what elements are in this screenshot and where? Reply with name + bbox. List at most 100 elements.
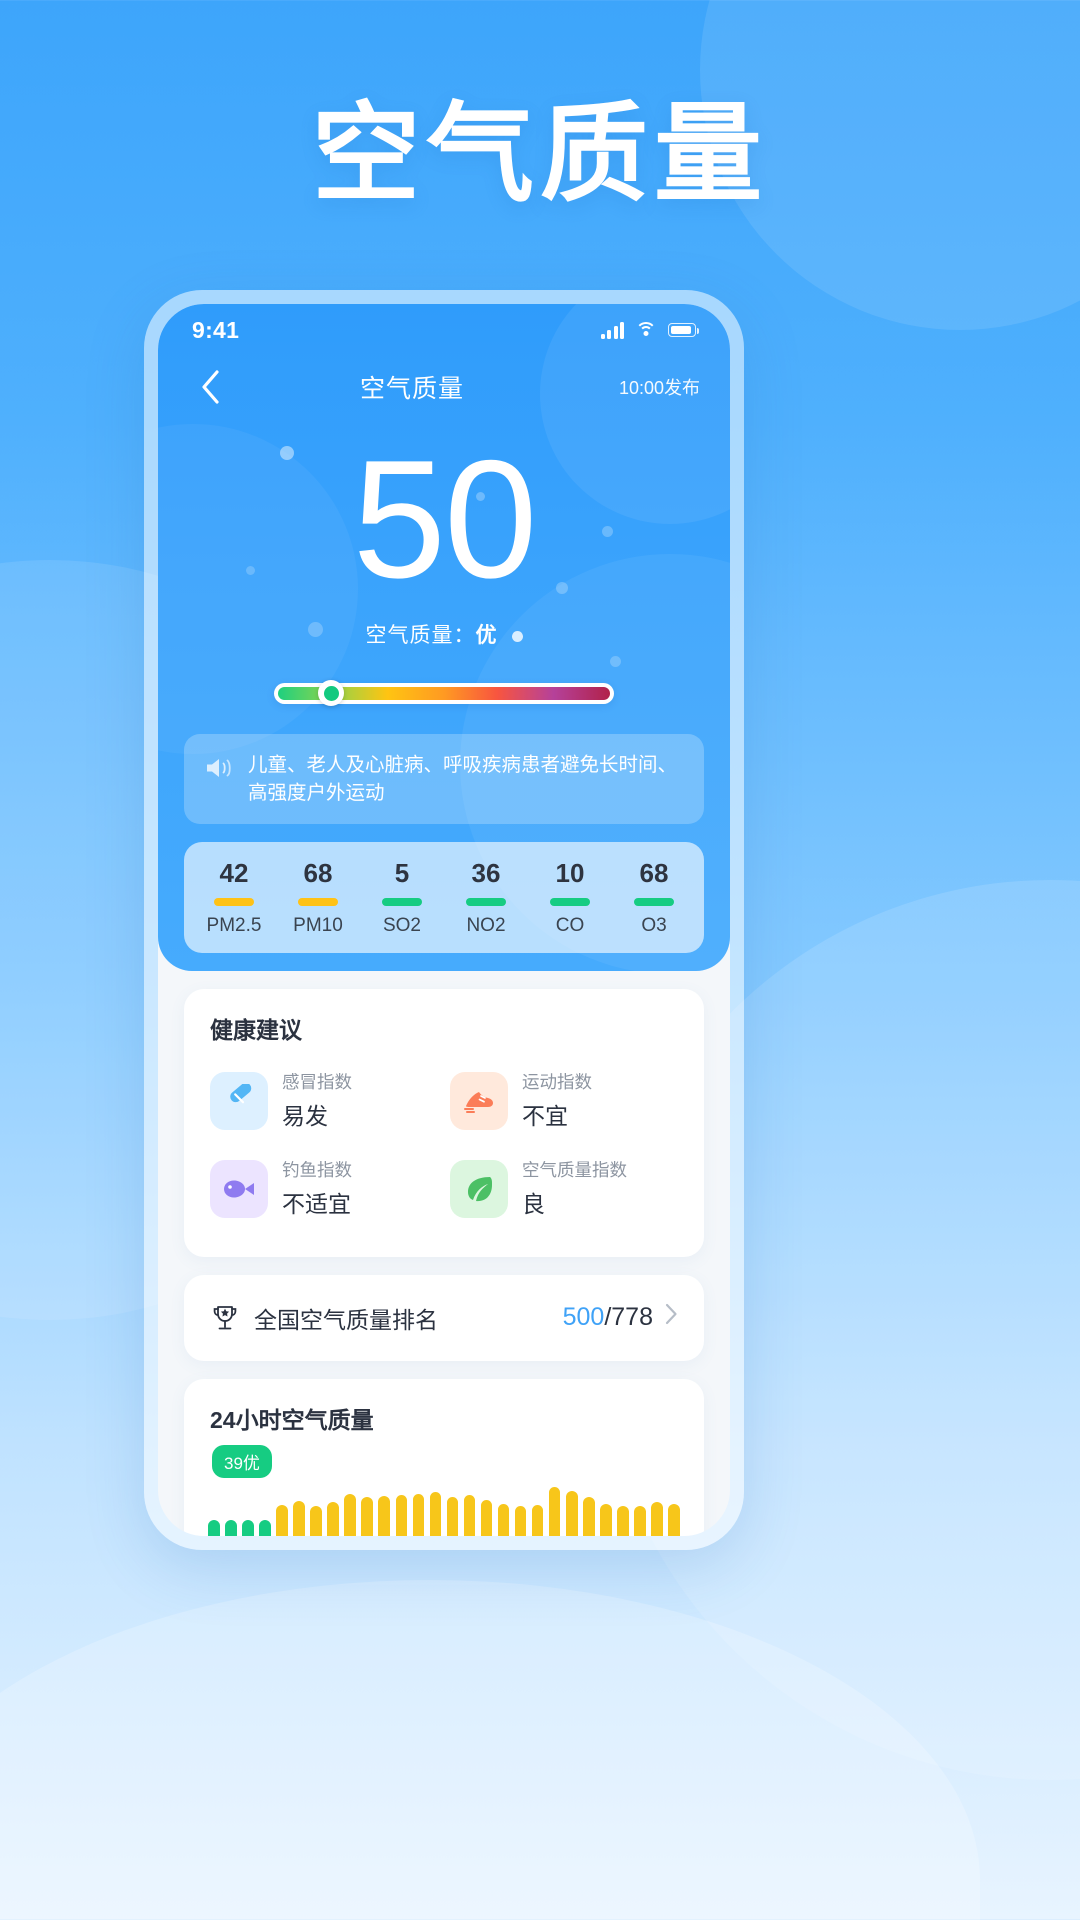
pollutant-item: 68 PM10 (276, 858, 360, 937)
hourly-aqi-bar (480, 1499, 493, 1536)
health-advice-item[interactable]: 运动指数 不宜 (444, 1057, 684, 1145)
aqi-slider[interactable] (274, 680, 614, 707)
health-advice-card: 健康建议 感冒指数 易发 运动指数 不宜 钓鱼指数 不适宜 空气质量指数良 (184, 989, 704, 1257)
health-advice-key: 钓鱼指数 (282, 1159, 352, 1180)
ranking-label: 全国空气质量排名 (254, 1306, 438, 1333)
page-title: 空气质量 (311, 93, 768, 214)
phone-screen: 9:41 空气质量 10:00发布 50 空气质量：优 儿童、老人及心脏病、呼吸… (158, 304, 730, 1536)
pollutant-value: 36 (471, 858, 501, 889)
pollutant-value: 10 (555, 858, 585, 889)
hourly-aqi-title: 24小时空气质量 (210, 1406, 374, 1433)
pollutant-name: O3 (641, 915, 667, 937)
hourly-aqi-bar (310, 1506, 322, 1536)
hourly-aqi-bar (531, 1504, 544, 1536)
pollutant-name: PM10 (293, 915, 343, 937)
hourly-aqi-bar (327, 1502, 339, 1536)
ranking-rank: 500 (562, 1303, 605, 1332)
ranking-total: /778 (604, 1303, 653, 1332)
pollutant-level-bar (382, 898, 422, 907)
health-advice-key: 感冒指数 (282, 1072, 352, 1093)
ranking-card[interactable]: 全国空气质量排名 500/778 (184, 1274, 704, 1361)
hourly-aqi-bars (208, 1469, 680, 1536)
hourly-aqi-chart[interactable]: 39优 (184, 1441, 704, 1536)
hourly-aqi-bar (276, 1504, 288, 1536)
chevron-left-icon (202, 370, 219, 404)
hourly-aqi-bar (634, 1506, 646, 1536)
pollutant-value: 5 (394, 858, 410, 889)
aqi-slider-track (274, 680, 614, 707)
fish-icon (210, 1159, 268, 1218)
pollutant-name: CO (555, 915, 585, 937)
hourly-aqi-bar (361, 1497, 373, 1536)
hourly-aqi-bar (412, 1493, 425, 1536)
aqi-level-prefix: 空气质量： (365, 623, 476, 647)
aqi-level-value: 优 (475, 623, 498, 647)
pollutant-level-bar (550, 898, 590, 907)
pollutant-name: PM2.5 (206, 915, 262, 937)
app-header: 9:41 空气质量 10:00发布 50 空气质量：优 儿童、老人及心脏病、呼吸… (158, 304, 730, 974)
hourly-aqi-bar (395, 1494, 408, 1536)
pollutant-name: SO2 (382, 915, 422, 937)
decor-dot-8 (511, 630, 523, 642)
pollutant-value: 42 (219, 858, 249, 889)
aqi-display: 50 空气质量：优 (158, 418, 730, 649)
chevron-right-icon[interactable] (665, 1303, 678, 1332)
advisory-text: 儿童、老人及心脏病、呼吸疾病患者避免长时间、高强度户外运动 (248, 753, 678, 804)
pollutant-level-bar (466, 898, 506, 907)
health-advice-value: 良 (522, 1190, 545, 1217)
hourly-aqi-bar (259, 1519, 271, 1536)
hourly-aqi-bar (565, 1491, 578, 1536)
ranking-value: 500/778 (563, 1303, 653, 1332)
pollutant-name: NO2 (466, 915, 506, 937)
hourly-aqi-bar (651, 1502, 663, 1536)
pollutant-value: 68 (639, 858, 669, 889)
hourly-aqi-bar (617, 1506, 629, 1536)
publish-time: 10:00发布 (618, 378, 700, 398)
health-advice-value: 不适宜 (282, 1190, 351, 1217)
hourly-aqi-bar (225, 1519, 237, 1536)
hourly-aqi-bar (497, 1503, 510, 1536)
pollutant-item: 68 O3 (612, 858, 696, 937)
hourly-aqi-bar (514, 1506, 527, 1536)
pollutant-level-bar (634, 898, 674, 907)
pollutant-level-bar (298, 898, 338, 907)
background-blob-4 (0, 1580, 980, 1920)
shoe-icon (450, 1071, 508, 1130)
health-advice-item[interactable]: 空气质量指数良 (444, 1145, 684, 1233)
pollutant-item: 10 CO (528, 858, 612, 937)
health-advice-value: 易发 (282, 1102, 328, 1129)
status-bar-icons (600, 321, 700, 339)
health-advice-key: 空气质量指数 (522, 1159, 627, 1180)
ranking-row[interactable]: 全国空气质量排名 500/778 (184, 1275, 704, 1361)
leaf-icon (450, 1159, 508, 1218)
back-button[interactable] (188, 365, 232, 409)
hourly-aqi-bar (583, 1497, 595, 1536)
signal-icon (600, 321, 624, 339)
hourly-aqi-bar (548, 1487, 561, 1536)
speaker-icon (204, 755, 234, 789)
hourly-aqi-bar (242, 1519, 254, 1536)
nav-bar: 空气质量 10:00发布 (158, 356, 730, 418)
trophy-icon (210, 1303, 240, 1333)
health-advice-key: 运动指数 (522, 1072, 592, 1093)
hourly-aqi-card: 24小时空气质量 39优 (184, 1378, 704, 1536)
aqi-slider-knob[interactable] (318, 680, 345, 707)
hourly-aqi-bar (293, 1501, 305, 1536)
hourly-aqi-bar (429, 1492, 442, 1536)
battery-icon (668, 323, 700, 337)
health-advice-item[interactable]: 钓鱼指数 不适宜 (204, 1145, 444, 1233)
health-advice-title: 健康建议 (210, 1017, 302, 1044)
status-bar: 9:41 (158, 304, 730, 356)
decor-dot-6 (610, 656, 621, 667)
health-advice-item[interactable]: 感冒指数 易发 (204, 1057, 444, 1145)
pollutant-value: 68 (303, 858, 333, 889)
hourly-aqi-bar (600, 1503, 612, 1536)
aqi-level-row: 空气质量：优 (158, 619, 730, 649)
hourly-aqi-bar (446, 1497, 459, 1536)
hourly-aqi-bar (344, 1493, 356, 1536)
advisory-banner[interactable]: 儿童、老人及心脏病、呼吸疾病患者避免长时间、高强度户外运动 (184, 733, 704, 825)
status-bar-time: 9:41 (192, 316, 240, 343)
hourly-aqi-bar (463, 1494, 476, 1536)
pollutant-item: 36 NO2 (444, 858, 528, 937)
health-advice-grid: 感冒指数 易发 运动指数 不宜 钓鱼指数 不适宜 空气质量指数良 (184, 1051, 704, 1257)
